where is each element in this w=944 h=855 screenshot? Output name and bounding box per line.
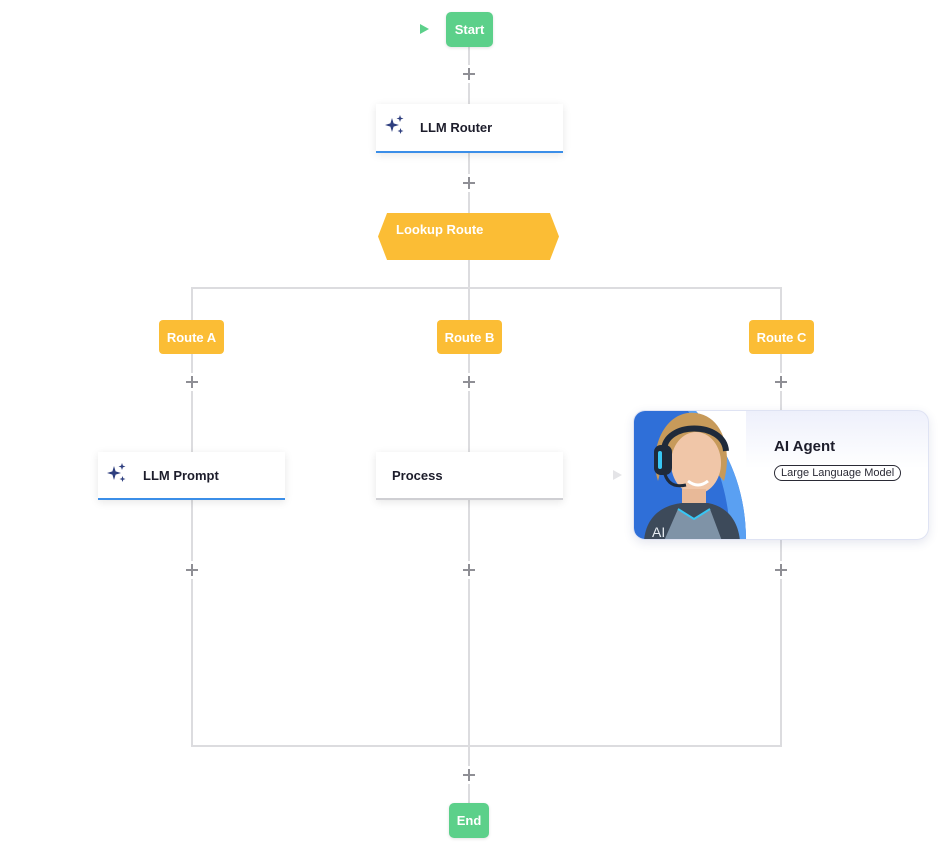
model-badge: Large Language Model bbox=[774, 465, 902, 481]
llm-router-node[interactable]: LLM Router bbox=[376, 104, 563, 153]
connector-route-b-body bbox=[468, 354, 470, 452]
process-node[interactable]: Process bbox=[376, 452, 563, 500]
start-node[interactable]: Start bbox=[446, 12, 493, 47]
connector-route-a-body bbox=[191, 354, 193, 452]
connector-route-a-top bbox=[191, 287, 193, 320]
agent-photo-text: AI bbox=[652, 524, 665, 540]
ai-agent-title: AI Agent bbox=[774, 438, 836, 455]
connector-route-a-bottom bbox=[191, 500, 193, 746]
connector-route-b-top bbox=[468, 287, 470, 320]
connector-split-horizontal bbox=[191, 287, 782, 289]
add-step-button[interactable] bbox=[460, 174, 478, 192]
lookup-route-node[interactable]: Lookup Route bbox=[378, 213, 559, 260]
end-node[interactable]: End bbox=[449, 803, 489, 838]
llm-router-title: LLM Router bbox=[420, 120, 493, 135]
llm-prompt-title: LLM Prompt bbox=[143, 468, 219, 483]
connector-route-b-bottom bbox=[468, 500, 470, 746]
process-title: Process bbox=[392, 468, 443, 483]
add-step-button[interactable] bbox=[460, 373, 478, 391]
add-step-button[interactable] bbox=[772, 561, 790, 579]
sparkle-icon bbox=[385, 115, 404, 134]
connector-merge-horizontal bbox=[191, 745, 782, 747]
add-step-button[interactable] bbox=[460, 561, 478, 579]
add-step-button[interactable] bbox=[460, 766, 478, 784]
agent-avatar: AI bbox=[634, 411, 746, 540]
add-step-button[interactable] bbox=[183, 373, 201, 391]
add-step-button[interactable] bbox=[183, 561, 201, 579]
llm-prompt-node[interactable]: LLM Prompt bbox=[98, 452, 285, 500]
connector-lookup-split bbox=[468, 260, 470, 288]
add-step-button[interactable] bbox=[772, 373, 790, 391]
lookup-route-label: Lookup Route bbox=[396, 222, 484, 237]
start-play-icon[interactable] bbox=[420, 24, 429, 34]
sparkle-icon bbox=[107, 463, 126, 482]
add-step-button[interactable] bbox=[460, 65, 478, 83]
connector-route-c-top bbox=[780, 287, 782, 320]
route-b-node[interactable]: Route B bbox=[437, 320, 502, 354]
play-icon bbox=[613, 470, 622, 480]
route-c-node[interactable]: Route C bbox=[749, 320, 814, 354]
ai-agent-node[interactable]: AI AI Agent Large Language Model bbox=[633, 410, 929, 540]
route-a-node[interactable]: Route A bbox=[159, 320, 224, 354]
